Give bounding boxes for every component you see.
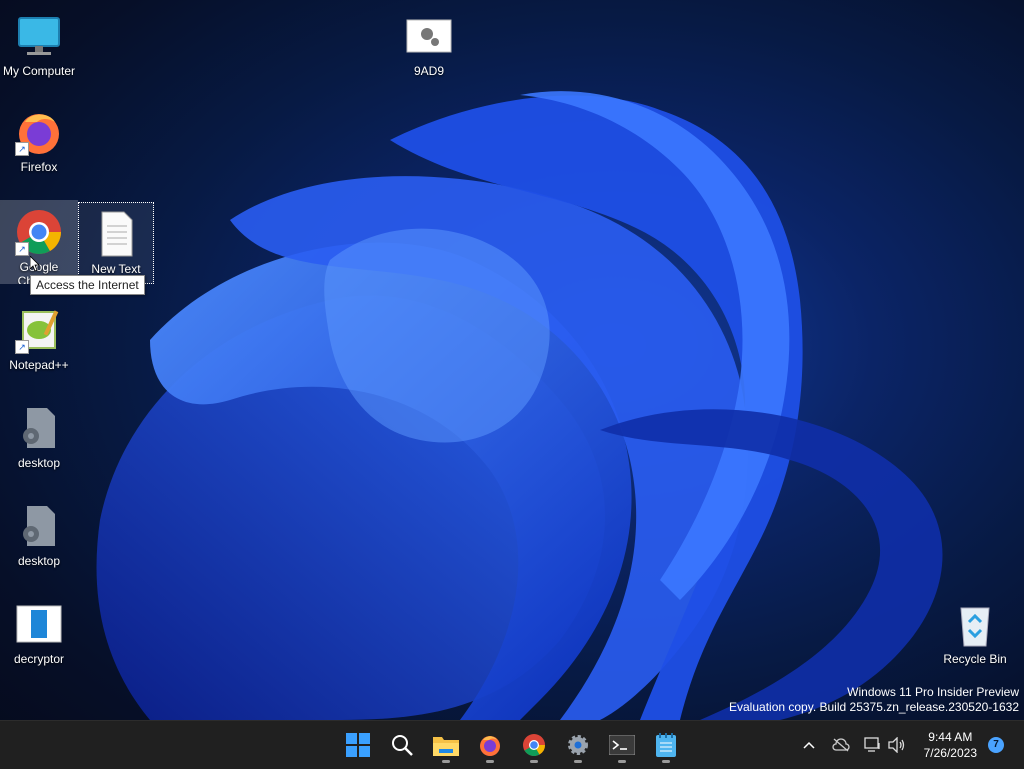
running-indicator (530, 760, 538, 763)
running-indicator (618, 760, 626, 763)
shortcut-arrow-icon: ↗ (15, 142, 29, 156)
desktop-icon-new-text-document[interactable]: New Text Document (78, 202, 154, 284)
notification-badge[interactable]: 7 (988, 737, 1004, 753)
onedrive-status[interactable] (830, 721, 852, 769)
desktop-icon-label: desktop (17, 456, 61, 470)
running-indicator (574, 760, 582, 763)
network-status[interactable] (862, 721, 884, 769)
running-indicator (486, 760, 494, 763)
settings-gear-icon (568, 735, 588, 755)
desktop-icon-label: decryptor (13, 652, 65, 666)
taskbar-chrome[interactable] (514, 725, 554, 765)
start-button[interactable] (338, 725, 378, 765)
taskbar-notepad[interactable] (646, 725, 686, 765)
mouse-cursor-icon (30, 256, 40, 272)
taskbar-file-explorer[interactable] (426, 725, 466, 765)
firefox-icon (480, 736, 500, 756)
application-window-icon (15, 600, 63, 648)
show-hidden-icons-button[interactable] (798, 721, 820, 769)
windows-start-icon (346, 733, 370, 757)
desktop-icon-label: Firefox (20, 160, 58, 174)
speaker-icon (888, 737, 905, 753)
shortcut-arrow-icon: ↗ (15, 242, 29, 256)
desktop-icon-recycle-bin[interactable]: Recycle Bin (936, 592, 1014, 666)
recycle-bin-icon (951, 600, 999, 648)
taskbar: 9:44 AM 7/26/2023 7 (0, 720, 1024, 769)
taskbar-firefox[interactable] (470, 725, 510, 765)
desktop-icon-notepad-plus-plus[interactable]: ↗ Notepad++ (0, 298, 78, 372)
text-document-icon (92, 210, 140, 258)
network-icon (864, 737, 880, 752)
desktop-icon-desktop-1[interactable]: desktop (0, 396, 78, 470)
taskbar-settings[interactable] (558, 725, 598, 765)
running-indicator (442, 760, 450, 763)
clock-time: 9:44 AM (928, 730, 973, 744)
notepad-plus-plus-icon: ↗ (15, 306, 63, 354)
desktop-icon-label: desktop (17, 554, 61, 568)
shortcut-arrow-icon: ↗ (15, 340, 29, 354)
search-icon (392, 735, 413, 756)
wallpaper (96, 91, 943, 720)
running-indicator (662, 760, 670, 763)
desktop-icon-decryptor[interactable]: decryptor (0, 592, 78, 666)
config-file-icon (15, 502, 63, 550)
desktop-icon-9ad9[interactable]: 9AD9 (390, 4, 468, 78)
chrome-icon: ↗ (15, 208, 63, 256)
desktop-icon-desktop-2[interactable]: desktop (0, 494, 78, 568)
config-file-icon (15, 404, 63, 452)
search-button[interactable] (382, 725, 422, 765)
desktop-icon-label: 9AD9 (413, 64, 445, 78)
watermark-line-2: Evaluation copy. Build 25375.zn_release.… (729, 700, 1019, 714)
computer-monitor-icon (15, 12, 63, 60)
tooltip: Access the Internet (30, 275, 145, 295)
desktop-icon-label: Recycle Bin (943, 652, 1007, 666)
cloud-offline-icon (832, 738, 850, 752)
os-watermark: Windows 11 Pro Insider Preview Evaluatio… (729, 685, 1019, 715)
volume-control[interactable] (886, 721, 908, 769)
chrome-icon (523, 734, 545, 756)
settings-file-icon (405, 12, 453, 60)
clock-date: 7/26/2023 (923, 746, 977, 760)
desktop-icon-firefox[interactable]: ↗ Firefox (0, 100, 78, 176)
chevron-up-icon (803, 741, 815, 749)
watermark-line-1: Windows 11 Pro Insider Preview (847, 685, 1019, 699)
desktop-icon-my-computer[interactable]: My Computer (0, 4, 78, 78)
desktop-icon-label: Notepad++ (9, 358, 69, 372)
file-explorer-icon (433, 737, 459, 756)
terminal-icon (609, 735, 635, 755)
notepad-icon (656, 733, 676, 757)
taskbar-terminal[interactable] (602, 725, 642, 765)
desktop-icon-label: My Computer (2, 64, 76, 78)
clock[interactable]: 9:44 AM 7/26/2023 (924, 729, 977, 761)
firefox-icon: ↗ (15, 108, 63, 156)
